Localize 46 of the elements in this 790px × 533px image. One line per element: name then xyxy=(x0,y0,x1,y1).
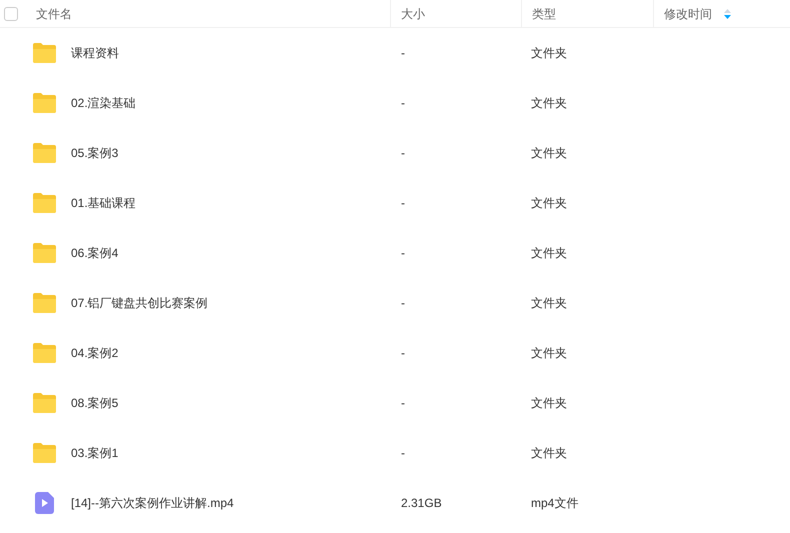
file-type: mp4文件 xyxy=(531,496,578,510)
column-header[interactable]: 文件名 xyxy=(36,4,72,22)
folder-icon xyxy=(32,292,57,314)
column-header[interactable]: 类型 xyxy=(532,4,556,22)
file-name[interactable]: 02.渲染基础 xyxy=(71,94,136,112)
folder-icon xyxy=(32,242,57,264)
file-size: - xyxy=(401,96,405,110)
file-type: 文件夹 xyxy=(531,446,567,460)
folder-icon xyxy=(32,42,57,64)
folder-icon xyxy=(32,192,57,214)
file-size: - xyxy=(401,396,405,410)
file-name[interactable]: [14]--第六次案例作业讲解.mp4 xyxy=(71,494,234,512)
file-name[interactable]: 课程资料 xyxy=(71,44,119,62)
select-all-checkbox[interactable] xyxy=(4,6,18,20)
folder-icon xyxy=(32,392,57,414)
file-name[interactable]: 01.基础课程 xyxy=(71,194,136,212)
file-name[interactable]: 06.案例4 xyxy=(71,244,118,262)
folder-icon xyxy=(32,442,57,464)
video-file-icon xyxy=(35,492,54,514)
file-type: 文件夹 xyxy=(531,146,567,160)
file-name[interactable]: 04.案例2 xyxy=(71,344,118,362)
file-size: - xyxy=(401,296,405,310)
file-name[interactable]: 03.案例1 xyxy=(71,444,118,462)
file-size: - xyxy=(401,146,405,160)
file-type: 文件夹 xyxy=(531,46,567,60)
file-size: - xyxy=(401,346,405,360)
file-name[interactable]: 07.铝厂键盘共创比赛案例 xyxy=(71,294,208,312)
file-size: - xyxy=(401,446,405,460)
file-size: - xyxy=(401,46,405,60)
file-size: 2.31GB xyxy=(401,496,442,510)
folder-icon xyxy=(32,92,57,114)
file-size: - xyxy=(401,196,405,210)
file-type: 文件夹 xyxy=(531,96,567,110)
file-name[interactable]: 05.案例3 xyxy=(71,144,118,162)
folder-icon xyxy=(32,142,57,164)
file-type: 文件夹 xyxy=(531,196,567,210)
column-header[interactable]: 大小 xyxy=(401,4,425,22)
file-size: - xyxy=(401,246,405,260)
folder-icon xyxy=(32,342,57,364)
file-type: 文件夹 xyxy=(531,396,567,410)
sort-icon[interactable] xyxy=(724,8,731,18)
file-type: 文件夹 xyxy=(531,246,567,260)
column-header[interactable]: 修改时间 xyxy=(664,4,712,22)
file-name[interactable]: 08.案例5 xyxy=(71,394,118,412)
file-type: 文件夹 xyxy=(531,296,567,310)
file-type: 文件夹 xyxy=(531,346,567,360)
